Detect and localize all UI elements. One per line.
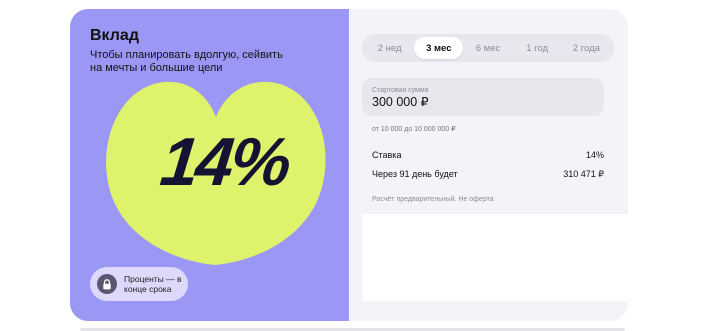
rate-label: Ставка — [372, 150, 402, 160]
result-label: Через 91 день будет — [372, 169, 458, 179]
tab-6-months[interactable]: 6 мес — [463, 37, 512, 59]
lock-icon — [97, 274, 117, 294]
heart-graphic: 14% — [103, 77, 328, 267]
promo-title: Вклад — [90, 27, 139, 44]
calculator-panel: 2 нед 3 мес 6 мес 1 год 2 года Стартовая… — [349, 9, 628, 321]
rate-row-value: 14% — [585, 150, 604, 160]
tab-2-weeks[interactable]: 2 нед — [365, 37, 414, 59]
deposit-card: Вклад Чтобы планировать вдолгую, сейвить… — [70, 9, 628, 321]
rate-value: 14% — [156, 124, 293, 200]
term-tabs: 2 нед 3 мес 6 мес 1 год 2 года — [362, 34, 614, 62]
disclaimer-note: Расчёт предварительный. Не оферта — [372, 196, 494, 203]
interest-badge: Проценты — в конце срока — [90, 267, 188, 301]
promo-subtitle: Чтобы планировать вдолгую, сейвить на ме… — [90, 49, 283, 74]
promo-panel: Вклад Чтобы планировать вдолгую, сейвить… — [70, 9, 349, 321]
content-area — [362, 214, 628, 301]
badge-text: Проценты — в конце срока — [124, 274, 182, 294]
tab-3-months[interactable]: 3 мес — [414, 37, 464, 59]
tab-2-years[interactable]: 2 года — [562, 37, 611, 59]
amount-label: Стартовая сумма — [372, 87, 429, 94]
tab-1-year[interactable]: 1 год — [513, 37, 562, 59]
rate-row: Ставка 14% — [372, 150, 604, 160]
amount-value[interactable]: 300 000 ₽ — [372, 95, 594, 110]
amount-field[interactable]: Стартовая сумма 300 000 ₽ — [362, 78, 604, 116]
result-value: 310 471 ₽ — [563, 169, 604, 179]
amount-range-hint: от 10 000 до 10 000 000 ₽ — [372, 126, 456, 133]
result-row: Через 91 день будет 310 471 ₽ — [372, 169, 604, 180]
